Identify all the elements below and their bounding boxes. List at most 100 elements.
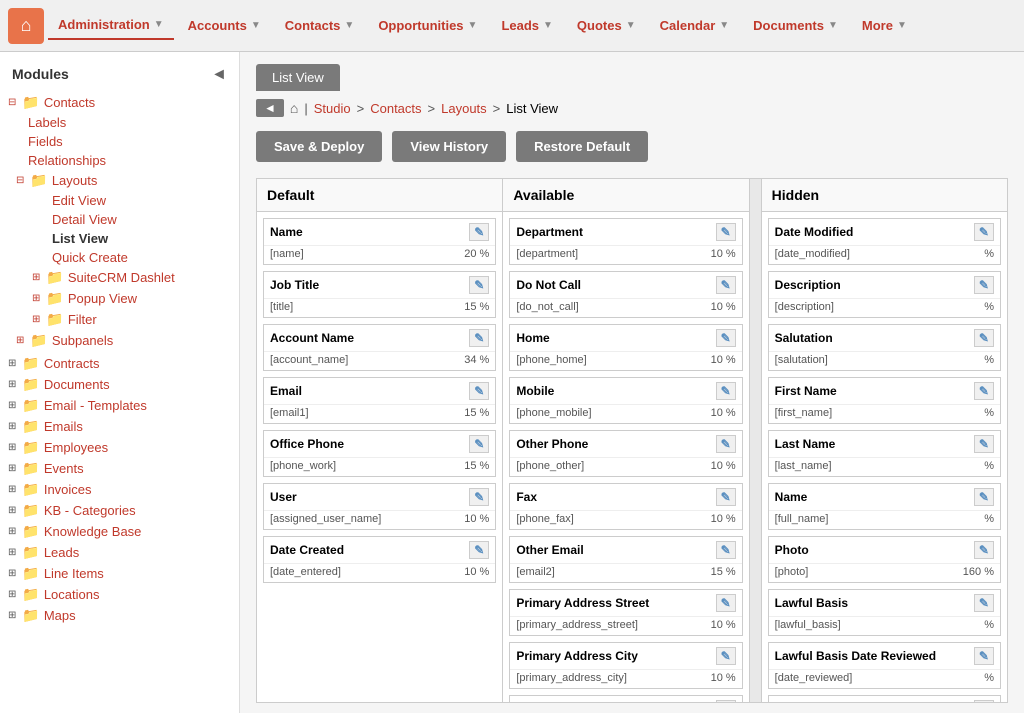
nav-calendar[interactable]: Calendar ▼	[650, 12, 740, 39]
view-history-button[interactable]: View History	[392, 131, 506, 162]
expand-icon[interactable]: ⊞	[8, 421, 16, 432]
edit-field-icon[interactable]: ✎	[974, 329, 994, 347]
edit-field-icon[interactable]: ✎	[974, 276, 994, 294]
expand-filter-icon[interactable]: ⊞	[32, 314, 40, 325]
nav-opportunities[interactable]: Opportunities ▼	[368, 12, 487, 39]
tree-label[interactable]: Email - Templates	[44, 398, 147, 413]
expand-icon[interactable]: ⊞	[8, 442, 16, 453]
tree-item-labels[interactable]: Labels	[0, 113, 239, 132]
edit-field-icon[interactable]: ✎	[716, 594, 736, 612]
edit-field-icon[interactable]: ✎	[716, 488, 736, 506]
expand-icon[interactable]: ⊞	[8, 505, 16, 516]
edit-field-icon[interactable]: ✎	[469, 541, 489, 559]
tree-label[interactable]: Emails	[44, 419, 83, 434]
edit-field-icon[interactable]: ✎	[974, 488, 994, 506]
expand-dashlet-icon[interactable]: ⊞	[32, 272, 40, 283]
expand-icon[interactable]: ⊞	[8, 526, 16, 537]
edit-field-icon[interactable]: ✎	[469, 382, 489, 400]
tab-list-view[interactable]: List View	[256, 64, 340, 91]
tree-label[interactable]: Locations	[44, 587, 100, 602]
field-item: Lawful Basis Source ✎ [lawful_basis_sour…	[768, 695, 1001, 702]
collapse-sidebar-button[interactable]: ◄	[211, 66, 227, 84]
expand-icon[interactable]: ⊞	[8, 547, 16, 558]
tree-item-quick-create[interactable]: Quick Create	[8, 248, 239, 267]
nav-more[interactable]: More ▼	[852, 12, 917, 39]
breadcrumb-studio[interactable]: Studio	[314, 101, 351, 116]
tree-item-fields[interactable]: Fields	[0, 132, 239, 151]
restore-default-button[interactable]: Restore Default	[516, 131, 648, 162]
tree-label[interactable]: Documents	[44, 377, 110, 392]
nav-leads[interactable]: Leads ▼	[491, 12, 562, 39]
tree-item-detail-view[interactable]: Detail View	[8, 210, 239, 229]
edit-field-icon[interactable]: ✎	[974, 541, 994, 559]
expand-icon[interactable]: ⊞	[8, 463, 16, 474]
expand-popup-icon[interactable]: ⊞	[32, 293, 40, 304]
expand-contacts-icon[interactable]: ⊟	[8, 97, 16, 108]
edit-field-icon[interactable]: ✎	[716, 435, 736, 453]
expand-icon[interactable]: ⊞	[8, 589, 16, 600]
edit-field-icon[interactable]: ✎	[716, 223, 736, 241]
tree-label[interactable]: Leads	[44, 545, 79, 560]
expand-icon[interactable]: ⊞	[8, 358, 16, 369]
home-icon[interactable]: ⌂	[290, 100, 298, 116]
edit-field-icon[interactable]: ✎	[469, 488, 489, 506]
field-key: [department]	[516, 248, 578, 260]
edit-field-icon[interactable]: ✎	[974, 435, 994, 453]
folder-icon: 📁	[22, 355, 39, 372]
edit-field-icon[interactable]: ✎	[974, 594, 994, 612]
breadcrumb-contacts[interactable]: Contacts	[370, 101, 421, 116]
tree-label-popup[interactable]: Popup View	[68, 291, 137, 306]
tree-item-contacts: ⊟ 📁 Contacts Labels Fields Relationships…	[0, 90, 239, 353]
nav-administration[interactable]: Administration ▼	[48, 11, 174, 40]
edit-field-icon[interactable]: ✎	[469, 329, 489, 347]
breadcrumb-layouts[interactable]: Layouts	[441, 101, 487, 116]
edit-field-icon[interactable]: ✎	[716, 382, 736, 400]
expand-icon[interactable]: ⊞	[8, 379, 16, 390]
edit-field-icon[interactable]: ✎	[974, 647, 994, 665]
edit-field-icon[interactable]: ✎	[974, 700, 994, 702]
nav-documents[interactable]: Documents ▼	[743, 12, 848, 39]
tree-item-relationships[interactable]: Relationships	[0, 151, 239, 170]
expand-icon[interactable]: ⊞	[8, 400, 16, 411]
expand-icon[interactable]: ⊞	[8, 484, 16, 495]
edit-field-icon[interactable]: ✎	[469, 435, 489, 453]
expand-icon[interactable]: ⊞	[8, 568, 16, 579]
edit-field-icon[interactable]: ✎	[469, 223, 489, 241]
expand-subpanels-icon[interactable]: ⊞	[16, 335, 24, 346]
tree-label[interactable]: Knowledge Base	[44, 524, 142, 539]
tree-label[interactable]: Line Items	[44, 566, 104, 581]
home-button[interactable]: ⌂	[8, 8, 44, 44]
folder-icon: 📁	[46, 290, 63, 307]
tree-label-contacts[interactable]: Contacts	[44, 95, 95, 110]
field-key: [description]	[775, 301, 834, 313]
tree-label-dashlet[interactable]: SuiteCRM Dashlet	[68, 270, 175, 285]
edit-field-icon[interactable]: ✎	[469, 276, 489, 294]
tree-label[interactable]: Employees	[44, 440, 108, 455]
edit-field-icon[interactable]: ✎	[974, 382, 994, 400]
expand-icon[interactable]: ⊞	[8, 610, 16, 621]
edit-field-icon[interactable]: ✎	[716, 329, 736, 347]
tree-label-filter[interactable]: Filter	[68, 312, 97, 327]
nav-contacts[interactable]: Contacts ▼	[275, 12, 365, 39]
tree-label[interactable]: Maps	[44, 608, 76, 623]
tree-item-edit-view[interactable]: Edit View	[8, 191, 239, 210]
save-deploy-button[interactable]: Save & Deploy	[256, 131, 382, 162]
tree-label[interactable]: KB - Categories	[44, 503, 136, 518]
expand-layouts-icon[interactable]: ⊟	[16, 175, 24, 186]
tree-label-subpanels[interactable]: Subpanels	[52, 333, 113, 348]
edit-field-icon[interactable]: ✎	[716, 541, 736, 559]
nav-quotes[interactable]: Quotes ▼	[567, 12, 646, 39]
edit-field-icon[interactable]: ✎	[716, 700, 736, 702]
edit-field-icon[interactable]: ✎	[716, 647, 736, 665]
nav-accounts[interactable]: Accounts ▼	[178, 12, 271, 39]
tab-bar: List View	[256, 64, 1008, 91]
back-button[interactable]: ◄	[256, 99, 284, 117]
field-meta: [name] 20 %	[264, 246, 495, 264]
edit-field-icon[interactable]: ✎	[716, 276, 736, 294]
tree-label[interactable]: Invoices	[44, 482, 92, 497]
edit-field-icon[interactable]: ✎	[974, 223, 994, 241]
tree-item-list-view[interactable]: List View	[8, 229, 239, 248]
tree-label[interactable]: Events	[44, 461, 84, 476]
tree-label-layouts[interactable]: Layouts	[52, 173, 98, 188]
tree-label[interactable]: Contracts	[44, 356, 100, 371]
